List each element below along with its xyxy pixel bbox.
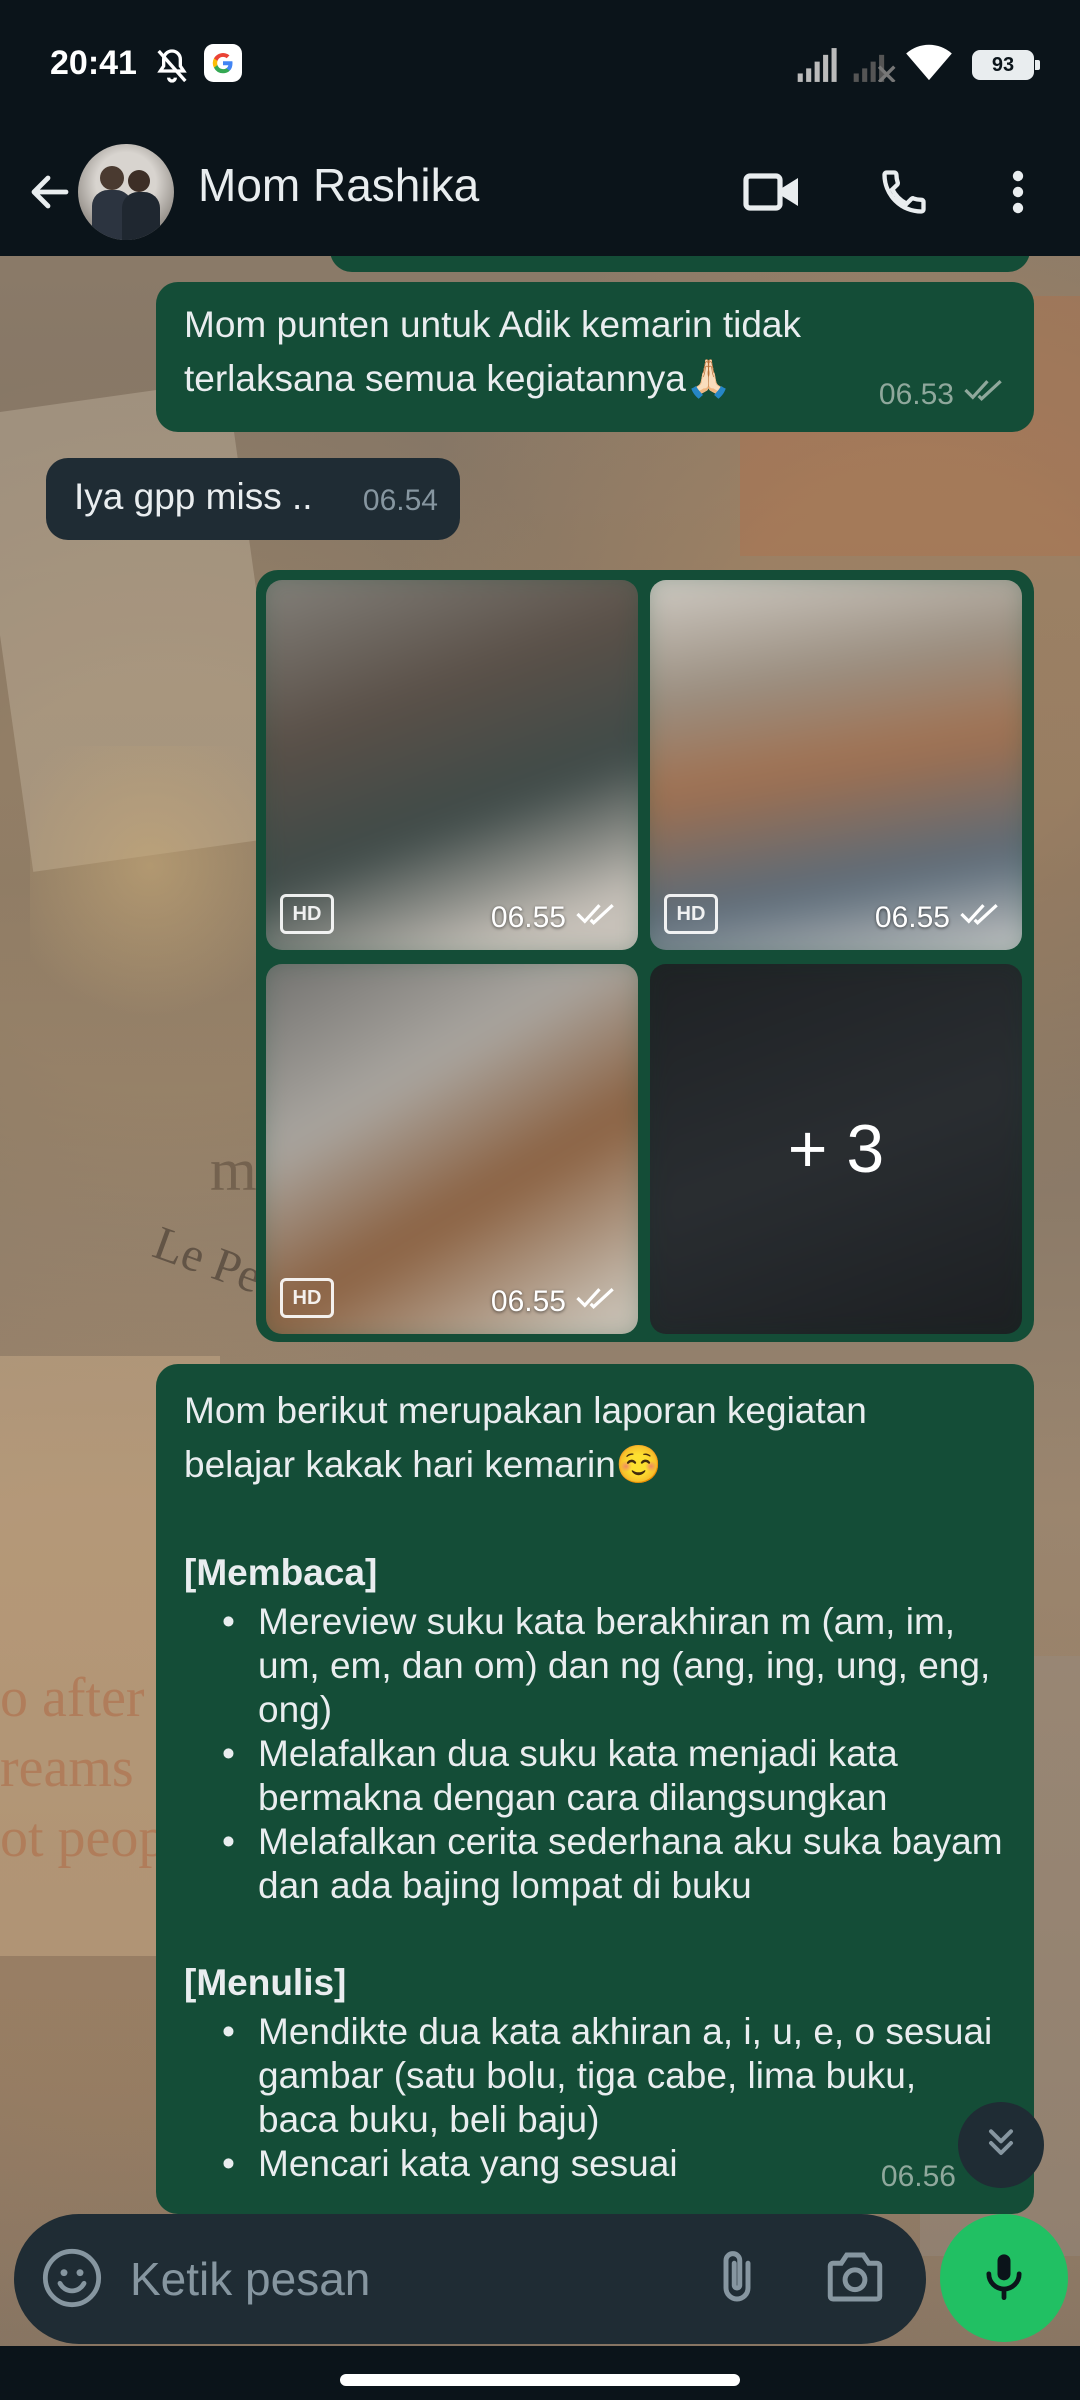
message-time: 06.56 [880,2160,956,2193]
hd-badge: HD [280,1278,334,1318]
battery-level: 93 [991,54,1015,76]
message-time: 06.54 [362,484,438,517]
scroll-to-bottom-button[interactable] [958,2102,1044,2188]
hd-badge: HD [280,894,334,934]
message-text: Iya gpp miss .. [74,476,313,517]
double-check-icon [576,900,620,936]
message-text: belajar kakak hari kemarin☺️ [184,1444,662,1485]
double-check-icon [964,368,1008,422]
attach-icon[interactable] [704,2244,770,2315]
status-time: 20:41 [50,44,137,82]
camera-icon[interactable] [822,2244,888,2315]
message-bubble-outgoing-report[interactable]: Mom berikut merupakan laporan kegiatan b… [156,1364,1034,2214]
chat-header: Mom Rashika [0,128,1080,256]
mute-notifications-icon [152,46,192,91]
status-bar: 20:41 93 [0,0,1080,128]
voice-call-icon[interactable] [862,150,946,234]
media-time: 06.55 [490,901,566,934]
media-time: 06.55 [874,901,950,934]
double-chevron-down-icon [981,2123,1021,2168]
section-title: [Menulis] [184,1962,347,2003]
wallpaper-text: o after [0,1667,145,1729]
list-item: Melafalkan dua suku kata menjadi kata be… [184,1732,1006,1820]
list-item: Mendikte dua kata akhiran a, i, u, e, o … [184,2010,1006,2142]
message-input[interactable] [130,2242,690,2316]
list-item: Mereview suku kata berakhiran m (am, im,… [184,1600,1006,1732]
hd-badge: HD [664,894,718,934]
list-item: Melafalkan cerita sederhana aku suka bay… [184,1820,1006,1908]
video-call-icon[interactable] [730,150,814,234]
media-meta: 06.55 [491,900,620,936]
section-list: Mereview suku kata berakhiran m (am, im,… [184,1600,1006,1908]
section-title: [Membaca] [184,1552,378,1593]
media-time: 06.55 [490,1285,566,1318]
double-check-icon [960,900,1004,936]
mic-icon [978,2250,1030,2307]
message-bubble-outgoing[interactable]: Mom punten untuk Adik kemarin tidak terl… [156,282,1034,432]
chat-area[interactable]: mis Le Petit P o after reams ot peopl Mo… [0,256,1080,2346]
more-media-count: + 3 [650,964,1022,1334]
media-tile[interactable]: HD 06.55 [266,580,638,950]
media-meta: 06.55 [875,900,1004,936]
message-composer [14,2214,926,2344]
wifi-icon [906,44,952,87]
gesture-navigation-bar[interactable] [340,2374,740,2386]
back-arrow-icon[interactable] [18,152,82,232]
media-tile-more[interactable]: + 3 [650,964,1022,1334]
message-time: 06.53 [878,378,954,411]
double-check-icon [576,1284,620,1320]
previous-message[interactable] [330,256,1030,272]
media-meta: 06.55 [491,1284,620,1320]
more-options-icon[interactable] [976,150,1060,234]
signal-no-service-icon [852,48,896,87]
message-text: Mom punten untuk Adik kemarin tidak [184,304,801,345]
contact-name[interactable]: Mom Rashika [198,158,479,212]
wallpaper-text: ot peopl [0,1807,182,1869]
battery-icon: 93 [972,50,1040,80]
message-meta: 06.53 [879,368,1008,422]
media-tile[interactable]: HD 06.55 [650,580,1022,950]
signal-icon [796,48,840,87]
voice-message-button[interactable] [940,2214,1068,2342]
media-tile[interactable]: HD 06.55 [266,964,638,1334]
google-icon [204,44,242,87]
message-bubble-incoming[interactable]: Iya gpp miss .. 06.54 [46,458,460,540]
media-album[interactable]: HD 06.55 HD 06.55 HD 06.55 + 3 [256,570,1034,1342]
wallpaper-text: reams [0,1737,134,1799]
emoji-icon[interactable] [40,2246,104,2315]
message-text: Mom berikut merupakan laporan kegiatan [184,1390,867,1431]
contact-avatar[interactable] [78,144,174,240]
